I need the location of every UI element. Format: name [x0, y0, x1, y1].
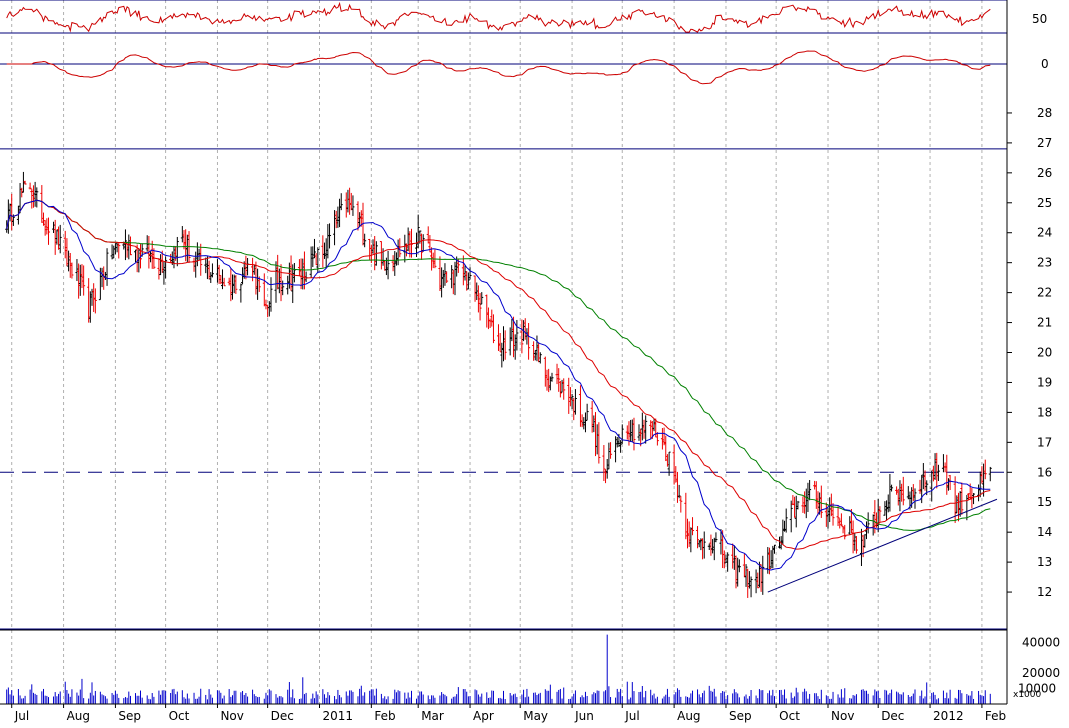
x-tick-label: Dec: [271, 709, 294, 723]
price-tick-label: 24: [1037, 226, 1052, 240]
price-tick-label: 25: [1037, 196, 1052, 210]
x-tick-label: Jul: [14, 709, 29, 723]
x-tick-label: Apr: [473, 709, 494, 723]
chart-background: [0, 0, 1069, 724]
volume-unit-label: x1000: [1013, 690, 1042, 700]
momentum-tick-label: 0: [1041, 57, 1049, 71]
x-tick-label: Aug: [67, 709, 90, 723]
price-tick-label: 14: [1037, 525, 1052, 539]
price-tick-label: 22: [1037, 286, 1052, 300]
x-tick-label: Jul: [624, 709, 639, 723]
x-tick-label: Mar: [421, 709, 444, 723]
volume-tick-label: 20000: [1022, 666, 1060, 680]
x-tick-label: Sep: [729, 709, 752, 723]
x-tick-label: Nov: [831, 709, 854, 723]
price-tick-label: 13: [1037, 555, 1052, 569]
chart-svg: 12 13 14 15 16 17 18 19 20 21 22 23 24 25 26 27 28 50 0 200…: [0, 0, 1069, 724]
price-tick-label: 28: [1037, 106, 1052, 120]
x-tick-label: Dec: [881, 709, 904, 723]
x-tick-label: 2012: [933, 709, 964, 723]
price-tick-label: 12: [1037, 585, 1052, 599]
stock-chart: 12 13 14 15 16 17 18 19 20 21 22 23 24 25 26 27 28 50 0 200…: [0, 0, 1069, 724]
price-tick-label: 27: [1037, 136, 1052, 150]
price-tick-label: 16: [1037, 465, 1052, 479]
x-tick-label: 2011: [322, 709, 353, 723]
price-tick-label: 26: [1037, 166, 1052, 180]
x-tick-label: Feb: [985, 709, 1006, 723]
price-tick-label: 23: [1037, 256, 1052, 270]
price-tick-label: 19: [1037, 375, 1052, 389]
price-tick-label: 17: [1037, 435, 1052, 449]
price-tick-label: 20: [1037, 346, 1052, 360]
x-tick-label: Feb: [374, 709, 395, 723]
x-tick-label: Oct: [779, 709, 800, 723]
price-tick-label: 15: [1037, 495, 1052, 509]
volume-tick-label: 40000: [1022, 635, 1060, 649]
price-tick-label: 21: [1037, 316, 1052, 330]
x-tick-label: Jun: [574, 709, 594, 723]
x-tick-label: May: [523, 709, 548, 723]
x-tick-label: Oct: [169, 709, 190, 723]
x-tick-label: Nov: [220, 709, 243, 723]
oscillator-tick-label: 50: [1032, 12, 1047, 26]
price-tick-label: 18: [1037, 405, 1052, 419]
x-tick-label: Sep: [118, 709, 141, 723]
x-tick-label: Aug: [677, 709, 700, 723]
